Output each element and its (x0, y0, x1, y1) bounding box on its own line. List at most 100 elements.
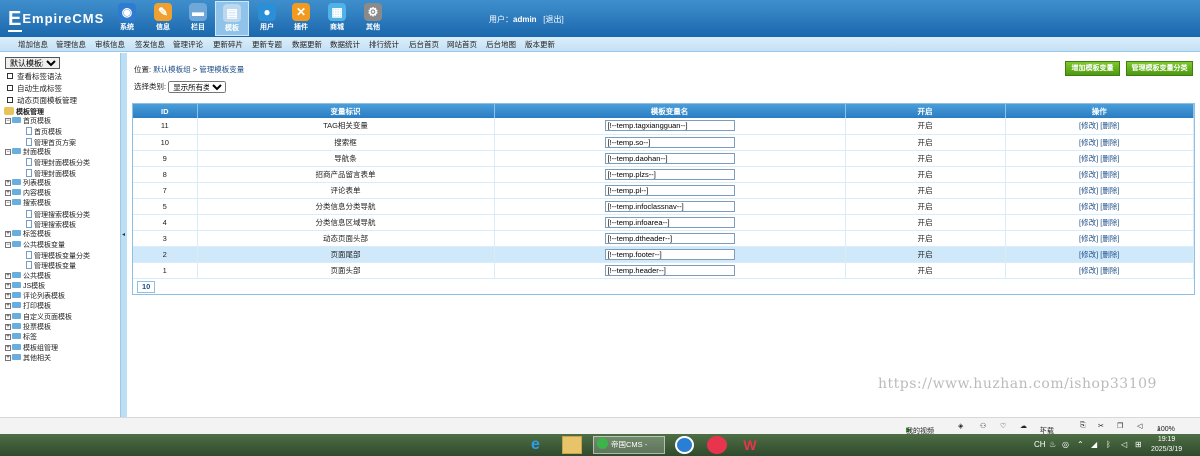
expand-icon[interactable]: + (5, 303, 11, 310)
manage-variable-category-button[interactable]: 管理模板变量分类 (1126, 61, 1193, 76)
tree-item[interactable]: − 公共模板变量 (5, 240, 65, 251)
ie-browser-icon[interactable]: e (531, 436, 549, 454)
subnav-12[interactable]: 后台地图 (486, 39, 516, 50)
expand-icon[interactable]: + (5, 231, 11, 238)
tree-item[interactable]: + 公共模板 (5, 271, 51, 282)
cloud-icon[interactable]: ☁ (1020, 422, 1027, 430)
subnav-11[interactable]: 网站首页 (447, 39, 477, 50)
subnav-10[interactable]: 后台首页 (409, 39, 439, 50)
edit-link[interactable]: [修改] (1079, 234, 1098, 243)
wechat-icon[interactable]: ◎ (1062, 440, 1069, 449)
variable-name-input[interactable] (604, 264, 735, 276)
sidebar-link-2[interactable]: 动态页面模板管理 (7, 95, 77, 106)
edit-link[interactable]: [修改] (1079, 218, 1098, 227)
tool-icon[interactable]: ⚇ (980, 422, 986, 430)
subnav-5[interactable]: 更新碎片 (213, 39, 243, 50)
tree-item[interactable]: + 自定义页面模板 (5, 312, 72, 323)
system-clock[interactable]: 19:19 2025/3/19 (1151, 435, 1182, 455)
expand-icon[interactable]: + (5, 190, 11, 197)
variable-name-input[interactable] (604, 168, 735, 180)
subnav-13[interactable]: 版本更新 (525, 39, 555, 50)
delete-link[interactable]: [删除] (1100, 218, 1119, 227)
app-red-icon[interactable] (707, 436, 727, 454)
tree-item[interactable]: + 模板组管理 (5, 343, 58, 354)
subnav-6[interactable]: 更新专题 (252, 39, 282, 50)
variable-name-input[interactable] (604, 248, 735, 260)
tree-item[interactable]: − 首页模板 (5, 117, 51, 127)
nav-shop[interactable]: ▦ 商城 (320, 1, 354, 36)
variable-name-input[interactable] (604, 200, 735, 212)
tree-item[interactable]: + 内容模板 (5, 189, 51, 199)
delete-link[interactable]: [删除] (1100, 170, 1119, 179)
sidebar-splitter[interactable]: ◂ (120, 53, 127, 417)
collapse-icon[interactable]: − (5, 118, 11, 124)
network-icon[interactable]: ⊞ (1135, 440, 1142, 449)
delete-link[interactable]: [删除] (1100, 250, 1119, 259)
tree-item[interactable]: + 评论列表模板 (5, 292, 65, 302)
page-icon[interactable]: ⎘ (1080, 422, 1086, 430)
tree-item[interactable]: − 搜索模板 (5, 199, 51, 209)
shield-icon[interactable]: ◈ (958, 422, 963, 430)
subnav-7[interactable]: 数据更新 (292, 39, 322, 50)
edit-link[interactable]: [修改] (1079, 121, 1098, 130)
flag-icon[interactable]: ◢ (1091, 440, 1097, 449)
delete-link[interactable]: [删除] (1100, 154, 1119, 163)
collapse-icon[interactable]: − (5, 148, 11, 155)
edit-link[interactable]: [修改] (1079, 138, 1098, 147)
tree-item[interactable]: + 其他相关 (5, 353, 51, 364)
tree-item[interactable]: + JS模板 (5, 281, 45, 292)
edit-link[interactable]: [修改] (1079, 186, 1098, 195)
variable-name-input[interactable] (604, 232, 735, 244)
collapse-arrow-icon[interactable]: ◂ (122, 231, 125, 238)
expand-icon[interactable]: + (5, 313, 11, 320)
delete-link[interactable]: [删除] (1100, 202, 1119, 211)
edit-link[interactable]: [修改] (1079, 202, 1098, 211)
variable-name-input[interactable] (604, 152, 735, 164)
collapse-icon[interactable]: − (5, 200, 11, 207)
edit-link[interactable]: [修改] (1079, 250, 1098, 259)
breadcrumb-page-link[interactable]: 管理模板变量 (199, 65, 244, 74)
nav-folder[interactable]: ▬ 栏目 (181, 1, 215, 36)
chevron-up-icon[interactable]: ⌃ (1077, 440, 1084, 449)
delete-link[interactable]: [删除] (1100, 121, 1119, 130)
bluetooth-icon[interactable]: ᛒ (1106, 440, 1111, 449)
variable-name-input[interactable] (604, 136, 735, 148)
subnav-4[interactable]: 管理评论 (173, 39, 203, 50)
ime-indicator[interactable]: CH (1034, 440, 1046, 449)
category-select[interactable]: 显示所有类别 (168, 81, 227, 94)
variable-name-input[interactable] (604, 184, 735, 196)
tree-item[interactable]: − 封面模板 (5, 147, 51, 158)
browser-window-task[interactable]: 帝国CMS - (593, 436, 665, 454)
subnav-9[interactable]: 排行统计 (369, 39, 399, 50)
expand-icon[interactable]: + (5, 354, 11, 361)
expand-icon[interactable]: + (5, 334, 11, 341)
temperature-icon[interactable]: ♨ (1049, 440, 1056, 449)
nav-user[interactable]: ● 用户 (250, 1, 284, 36)
expand-icon[interactable]: + (5, 179, 11, 186)
nav-template[interactable]: ▤ 模板 (215, 1, 249, 36)
delete-link[interactable]: [删除] (1100, 266, 1119, 275)
edit-link[interactable]: [修改] (1079, 154, 1098, 163)
subnav-2[interactable]: 审核信息 (95, 39, 125, 50)
sogou-icon[interactable] (675, 436, 694, 454)
wps-icon[interactable]: W (740, 436, 760, 454)
add-variable-button[interactable]: 增加模板变量 (1065, 61, 1120, 76)
subnav-3[interactable]: 签发信息 (135, 39, 165, 50)
delete-link[interactable]: [删除] (1100, 186, 1119, 195)
delete-link[interactable]: [删除] (1100, 138, 1119, 147)
collapse-icon[interactable]: − (5, 241, 11, 248)
logout-link[interactable]: [退出] (543, 15, 563, 24)
subnav-8[interactable]: 数据统计 (330, 39, 360, 50)
expand-icon[interactable]: + (5, 293, 11, 300)
sidebar-link-1[interactable]: 自动生成标签 (7, 83, 62, 94)
expand-icon[interactable]: + (5, 324, 11, 330)
heart-icon[interactable]: ♡ (1000, 422, 1006, 430)
subnav-1[interactable]: 管理信息 (56, 39, 86, 50)
breadcrumb-group-link[interactable]: 默认模板组 (153, 65, 191, 74)
edit-link[interactable]: [修改] (1079, 266, 1098, 275)
tree-item[interactable]: + 打印模板 (5, 302, 51, 312)
nav-gear[interactable]: ⚙ 其他 (356, 1, 390, 36)
tree-item[interactable]: + 标签模板 (5, 230, 51, 240)
tree-item[interactable]: + 列表模板 (5, 178, 51, 189)
tree-item[interactable]: + 标签 (5, 333, 37, 343)
